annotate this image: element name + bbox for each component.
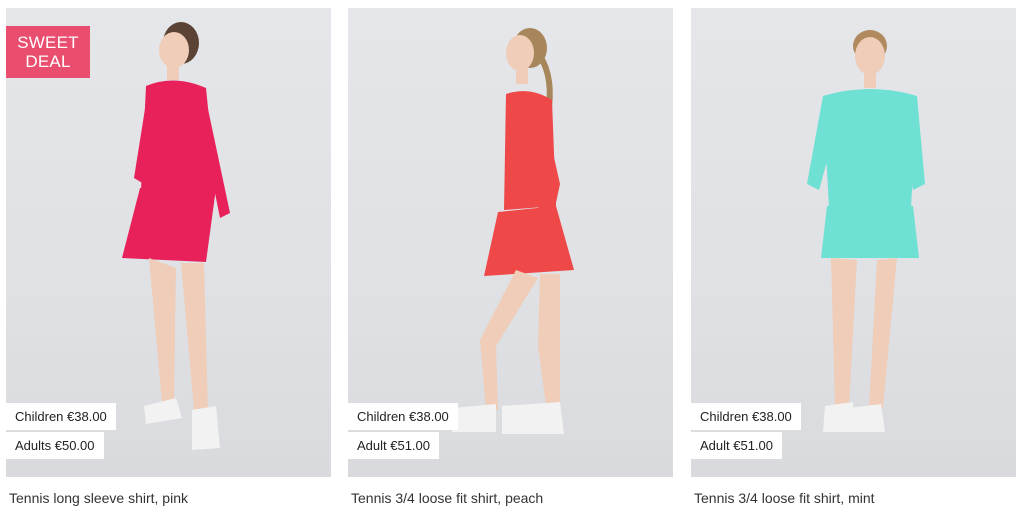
product-image[interactable]: Children €38.00 Adult €51.00 xyxy=(691,8,1016,477)
product-image[interactable]: Children €38.00 Adult €51.00 xyxy=(348,8,673,477)
product-title[interactable]: Tennis long sleeve shirt, pink xyxy=(6,490,331,506)
adult-price: Adults €50.00 xyxy=(6,432,104,459)
product-title[interactable]: Tennis 3/4 loose fit shirt, peach xyxy=(348,490,673,506)
product-grid: SWEET DEAL Children €38.00 Adults €50.00… xyxy=(0,0,1024,512)
adult-price: Adult €51.00 xyxy=(348,432,440,459)
product-card[interactable]: Children €38.00 Adult €51.00 Tennis 3/4 … xyxy=(348,8,673,506)
children-price: Children €38.00 xyxy=(6,403,116,430)
product-card[interactable]: Children €38.00 Adult €51.00 Tennis 3/4 … xyxy=(691,8,1016,506)
product-title[interactable]: Tennis 3/4 loose fit shirt, mint xyxy=(691,490,1016,506)
children-price: Children €38.00 xyxy=(348,403,458,430)
adult-price: Adult €51.00 xyxy=(691,432,783,459)
product-image[interactable]: SWEET DEAL Children €38.00 Adults €50.00 xyxy=(6,8,331,477)
product-card[interactable]: SWEET DEAL Children €38.00 Adults €50.00… xyxy=(6,8,331,506)
children-price: Children €38.00 xyxy=(691,403,801,430)
sweet-deal-badge: SWEET DEAL xyxy=(6,26,90,78)
badge-line-1: SWEET xyxy=(17,33,79,52)
badge-line-2: DEAL xyxy=(25,52,71,71)
